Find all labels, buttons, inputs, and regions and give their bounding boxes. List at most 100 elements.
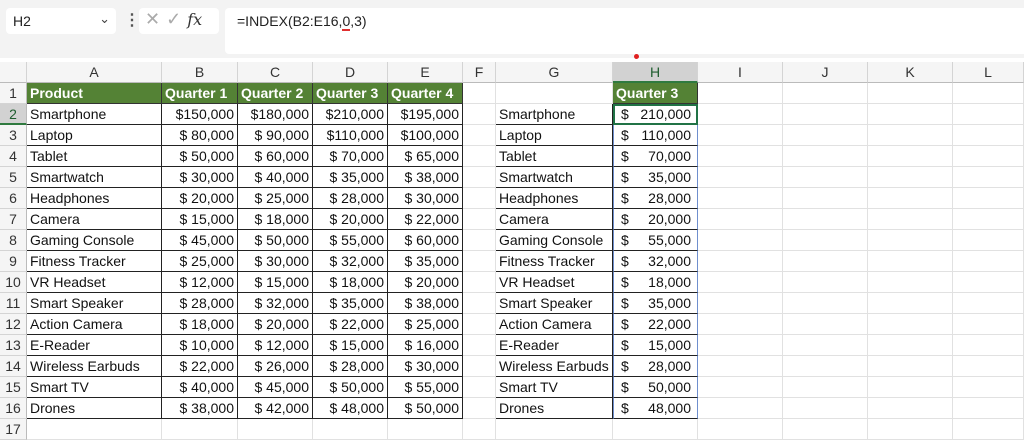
table1-cell[interactable]: $ 20,000 (313, 209, 388, 230)
cell[interactable] (698, 398, 783, 419)
table1-cell[interactable]: $ 18,000 (238, 209, 313, 230)
table1-header[interactable]: Quarter 1 (162, 83, 238, 104)
cell[interactable] (698, 293, 783, 314)
cell[interactable] (698, 230, 783, 251)
cell[interactable] (868, 251, 953, 272)
row-header-2[interactable]: 2 (0, 104, 27, 125)
row-header-16[interactable]: 16 (0, 398, 27, 419)
table2-value[interactable]: $48,000 (613, 398, 698, 419)
cell[interactable] (463, 104, 496, 125)
cell[interactable] (463, 209, 496, 230)
cell[interactable] (783, 293, 868, 314)
cell[interactable] (868, 209, 953, 230)
table1-cell[interactable]: $ 15,000 (238, 272, 313, 293)
row-header-13[interactable]: 13 (0, 335, 27, 356)
table1-cell[interactable]: $ 22,000 (162, 356, 238, 377)
table2-product[interactable]: Headphones (496, 188, 613, 209)
table1-cell[interactable]: $110,000 (313, 125, 388, 146)
table1-cell[interactable]: $195,000 (388, 104, 463, 125)
row-header-5[interactable]: 5 (0, 167, 27, 188)
cell[interactable] (463, 146, 496, 167)
row-header-1[interactable]: 1 (0, 83, 27, 104)
table1-cell[interactable]: $ 45,000 (238, 377, 313, 398)
table1-cell[interactable]: $ 28,000 (313, 188, 388, 209)
row-header-3[interactable]: 3 (0, 125, 27, 146)
cell[interactable] (783, 167, 868, 188)
table1-header[interactable]: Quarter 4 (388, 83, 463, 104)
row-header-10[interactable]: 10 (0, 272, 27, 293)
cell[interactable] (783, 314, 868, 335)
row-header-11[interactable]: 11 (0, 293, 27, 314)
cell[interactable] (953, 125, 1024, 146)
cell[interactable] (783, 251, 868, 272)
row-header-6[interactable]: 6 (0, 188, 27, 209)
cell[interactable] (953, 377, 1024, 398)
table2-value[interactable]: $28,000 (613, 356, 698, 377)
cell[interactable] (463, 293, 496, 314)
table1-cell[interactable]: Camera (27, 209, 162, 230)
cell[interactable] (953, 356, 1024, 377)
cell[interactable] (698, 167, 783, 188)
table1-cell[interactable]: $ 50,000 (313, 377, 388, 398)
table1-cell[interactable]: $ 42,000 (238, 398, 313, 419)
cell[interactable] (953, 314, 1024, 335)
table1-cell[interactable]: Gaming Console (27, 230, 162, 251)
select-all-corner[interactable] (0, 62, 27, 83)
table1-cell[interactable]: $ 32,000 (238, 293, 313, 314)
cell[interactable] (783, 398, 868, 419)
table2-product[interactable]: Drones (496, 398, 613, 419)
column-header-E[interactable]: E (388, 62, 463, 83)
cell[interactable] (698, 125, 783, 146)
cell[interactable] (953, 251, 1024, 272)
fx-icon[interactable]: fx (187, 10, 202, 29)
cell[interactable] (783, 209, 868, 230)
cell[interactable] (463, 398, 496, 419)
row-header-4[interactable]: 4 (0, 146, 27, 167)
row-header-8[interactable]: 8 (0, 230, 27, 251)
row-header-9[interactable]: 9 (0, 251, 27, 272)
cell[interactable] (463, 83, 496, 104)
cell[interactable] (698, 209, 783, 230)
table1-cell[interactable]: $ 50,000 (238, 230, 313, 251)
cell[interactable] (868, 146, 953, 167)
table2-value[interactable]: $20,000 (613, 209, 698, 230)
cell[interactable] (953, 188, 1024, 209)
table1-cell[interactable]: $ 55,000 (388, 377, 463, 398)
table1-cell[interactable]: $ 25,000 (238, 188, 313, 209)
table1-cell[interactable]: $150,000 (162, 104, 238, 125)
table2-value[interactable]: $50,000 (613, 377, 698, 398)
table1-cell[interactable]: $ 12,000 (162, 272, 238, 293)
table1-cell[interactable]: $ 20,000 (388, 272, 463, 293)
table1-cell[interactable]: Tablet (27, 146, 162, 167)
cell[interactable] (496, 83, 613, 104)
cell[interactable] (698, 356, 783, 377)
cell[interactable] (953, 104, 1024, 125)
cell[interactable] (868, 356, 953, 377)
table1-cell[interactable]: $ 12,000 (238, 335, 313, 356)
cell[interactable] (868, 398, 953, 419)
table1-cell[interactable]: $ 35,000 (313, 293, 388, 314)
table2-product[interactable]: E-Reader (496, 335, 613, 356)
table1-cell[interactable]: Wireless Earbuds (27, 356, 162, 377)
column-header-G[interactable]: G (496, 62, 613, 83)
column-header-L[interactable]: L (953, 62, 1024, 83)
table1-cell[interactable]: Action Camera (27, 314, 162, 335)
table1-cell[interactable]: $ 20,000 (238, 314, 313, 335)
table1-cell[interactable]: $ 30,000 (162, 167, 238, 188)
cell[interactable] (783, 188, 868, 209)
table2-product[interactable]: Wireless Earbuds (496, 356, 613, 377)
cell[interactable] (463, 335, 496, 356)
cell[interactable] (953, 230, 1024, 251)
cell[interactable] (868, 167, 953, 188)
table2-product[interactable]: Action Camera (496, 314, 613, 335)
table1-cell[interactable]: Drones (27, 398, 162, 419)
cell[interactable] (783, 335, 868, 356)
table2-product[interactable]: Fitness Tracker (496, 251, 613, 272)
cell[interactable] (698, 377, 783, 398)
row-header-7[interactable]: 7 (0, 209, 27, 230)
table2-product[interactable]: VR Headset (496, 272, 613, 293)
table1-cell[interactable]: $ 18,000 (162, 314, 238, 335)
table1-header[interactable]: Quarter 3 (313, 83, 388, 104)
cell[interactable] (463, 230, 496, 251)
cell[interactable] (463, 167, 496, 188)
